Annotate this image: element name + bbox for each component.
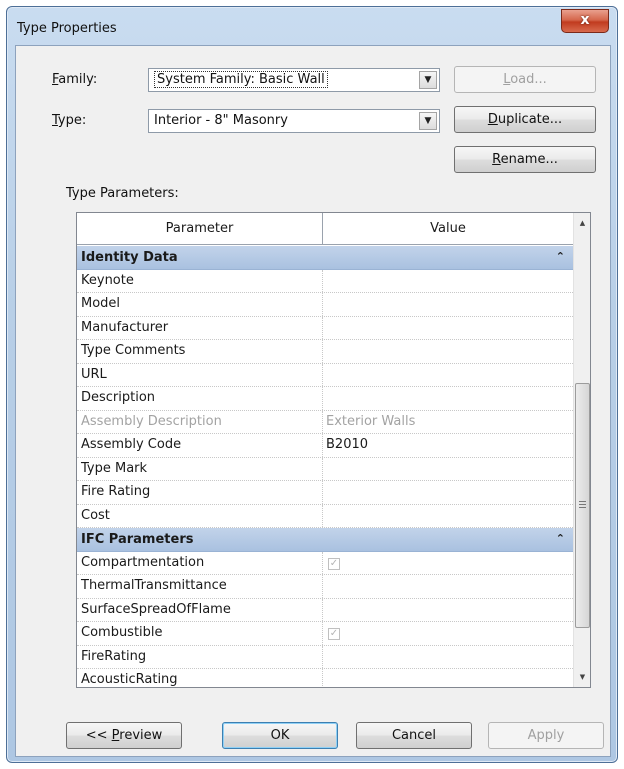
parameter-name: URL — [77, 363, 323, 386]
family-dropdown[interactable]: System Family: Basic Wall ▼ — [148, 68, 440, 92]
parameter-value[interactable] — [323, 340, 573, 363]
parameter-value[interactable] — [323, 505, 573, 528]
parameter-name: Keynote — [77, 269, 323, 292]
dialog-body: Family: System Family: Basic Wall ▼ Load… — [15, 45, 611, 757]
close-button[interactable]: x — [561, 9, 609, 33]
parameter-name: Fire Rating — [77, 481, 323, 504]
scroll-thumb[interactable] — [575, 383, 590, 628]
parameter-row[interactable]: Combustible ✓ — [77, 622, 573, 646]
preview-prefix: << — [85, 728, 112, 743]
type-label-rest: ype: — [57, 113, 87, 128]
parameter-value[interactable] — [323, 317, 573, 340]
collapse-icon[interactable]: ⌃ — [556, 246, 565, 268]
rename-button[interactable]: Rename... — [454, 146, 596, 173]
parameter-name: ThermalTransmittance — [77, 575, 323, 598]
load-button[interactable]: Load... — [454, 66, 596, 93]
parameter-value[interactable] — [323, 364, 573, 387]
parameter-name: Compartmentation — [77, 551, 323, 574]
value-column-header[interactable]: Value — [323, 213, 573, 245]
apply-button[interactable]: Apply — [488, 722, 604, 749]
group-title: Identity Data — [81, 250, 178, 265]
type-parameters-grid[interactable]: Parameter Value Identity Data ⌃ Keynote Mod… — [76, 212, 591, 688]
scroll-up-icon[interactable]: ▲ — [576, 216, 589, 230]
ok-button[interactable]: OK — [222, 722, 338, 749]
type-dropdown[interactable]: Interior - 8" Masonry ▼ — [148, 109, 440, 133]
parameter-value[interactable] — [323, 458, 573, 481]
parameter-row[interactable]: Type Mark — [77, 457, 573, 481]
window-title: Type Properties — [17, 21, 117, 36]
parameter-row[interactable]: ThermalTransmittance — [77, 575, 573, 599]
duplicate-key: D — [487, 112, 498, 127]
parameter-row[interactable]: Type Comments — [77, 340, 573, 364]
parameter-name: SurfaceSpreadOfFlame — [77, 598, 323, 621]
cancel-button[interactable]: Cancel — [356, 722, 472, 749]
grid-header: Parameter Value — [77, 213, 573, 245]
parameter-name: Combustible — [77, 622, 323, 645]
parameter-row[interactable]: AcousticRating — [77, 669, 573, 687]
type-dropdown-arrow-icon[interactable]: ▼ — [419, 112, 437, 130]
parameter-row[interactable]: Model — [77, 293, 573, 317]
group-header-row[interactable]: IFC Parameters ⌃ — [77, 528, 573, 552]
parameter-row[interactable]: Description — [77, 387, 573, 411]
parameter-name: Type Mark — [77, 457, 323, 480]
parameter-value[interactable]: ✓ — [323, 552, 573, 575]
parameter-value[interactable]: ✓ — [323, 622, 573, 645]
parameter-row[interactable]: URL — [77, 363, 573, 387]
collapse-icon[interactable]: ⌃ — [556, 528, 565, 550]
family-label-rest: amily: — [58, 72, 98, 87]
parameter-value[interactable] — [323, 575, 573, 598]
load-rest: oad... — [510, 72, 547, 87]
group-title: IFC Parameters — [81, 532, 194, 547]
parameter-value[interactable] — [323, 669, 573, 687]
parameter-value[interactable] — [323, 270, 573, 293]
parameter-row[interactable]: FireRating — [77, 645, 573, 669]
vertical-scrollbar[interactable]: ▲ ▼ — [573, 213, 590, 687]
type-label: Type: — [52, 113, 86, 128]
parameter-row[interactable]: Keynote — [77, 269, 573, 293]
type-properties-window: Type Properties x Family: System Family:… — [6, 6, 618, 763]
type-parameters-label: Type Parameters: — [66, 186, 179, 201]
parameter-name: Description — [77, 387, 323, 410]
parameter-column-header[interactable]: Parameter — [77, 213, 323, 245]
preview-button[interactable]: << Preview — [66, 722, 182, 749]
duplicate-button[interactable]: Duplicate... — [454, 106, 596, 133]
parameter-value[interactable] — [323, 481, 573, 504]
parameter-row[interactable]: SurfaceSpreadOfFlame — [77, 598, 573, 622]
parameter-name: Model — [77, 293, 323, 316]
parameter-name: AcousticRating — [77, 669, 323, 687]
parameter-name: FireRating — [77, 645, 323, 668]
grid-rows: Identity Data ⌃ Keynote Model Manufacturer Ty… — [77, 246, 573, 687]
parameter-name: Manufacturer — [77, 316, 323, 339]
parameter-row[interactable]: Assembly Description Exterior Walls — [77, 410, 573, 434]
parameter-value[interactable]: Exterior Walls — [323, 411, 573, 434]
parameter-value[interactable] — [323, 387, 573, 410]
parameter-name: Cost — [77, 504, 323, 527]
family-dropdown-arrow-icon[interactable]: ▼ — [419, 71, 437, 89]
type-value: Interior - 8" Masonry — [154, 113, 288, 128]
scroll-grip-icon — [579, 501, 586, 508]
parameter-row[interactable]: Fire Rating — [77, 481, 573, 505]
family-label: Family: — [52, 72, 97, 87]
parameter-value[interactable] — [323, 646, 573, 669]
duplicate-rest: uplicate... — [497, 112, 563, 127]
parameter-name: Assembly Description — [77, 410, 323, 433]
rename-key: R — [492, 152, 501, 167]
parameter-name: Assembly Code — [77, 434, 323, 457]
value-checkbox[interactable]: ✓ — [328, 557, 340, 570]
rename-rest: ename... — [500, 152, 558, 167]
parameter-row[interactable]: Cost — [77, 504, 573, 528]
family-value: System Family: Basic Wall — [154, 71, 328, 88]
parameter-value[interactable]: B2010 — [323, 434, 573, 457]
parameter-value[interactable] — [323, 293, 573, 316]
preview-rest: review — [119, 728, 163, 743]
parameter-name: Type Comments — [77, 340, 323, 363]
scroll-down-icon[interactable]: ▼ — [576, 670, 589, 684]
parameter-row[interactable]: Assembly Code B2010 — [77, 434, 573, 458]
parameter-row[interactable]: Manufacturer — [77, 316, 573, 340]
parameter-value[interactable] — [323, 599, 573, 622]
group-header-row[interactable]: Identity Data ⌃ — [77, 246, 573, 270]
parameter-row[interactable]: Compartmentation ✓ — [77, 551, 573, 575]
value-checkbox[interactable]: ✓ — [328, 628, 340, 640]
